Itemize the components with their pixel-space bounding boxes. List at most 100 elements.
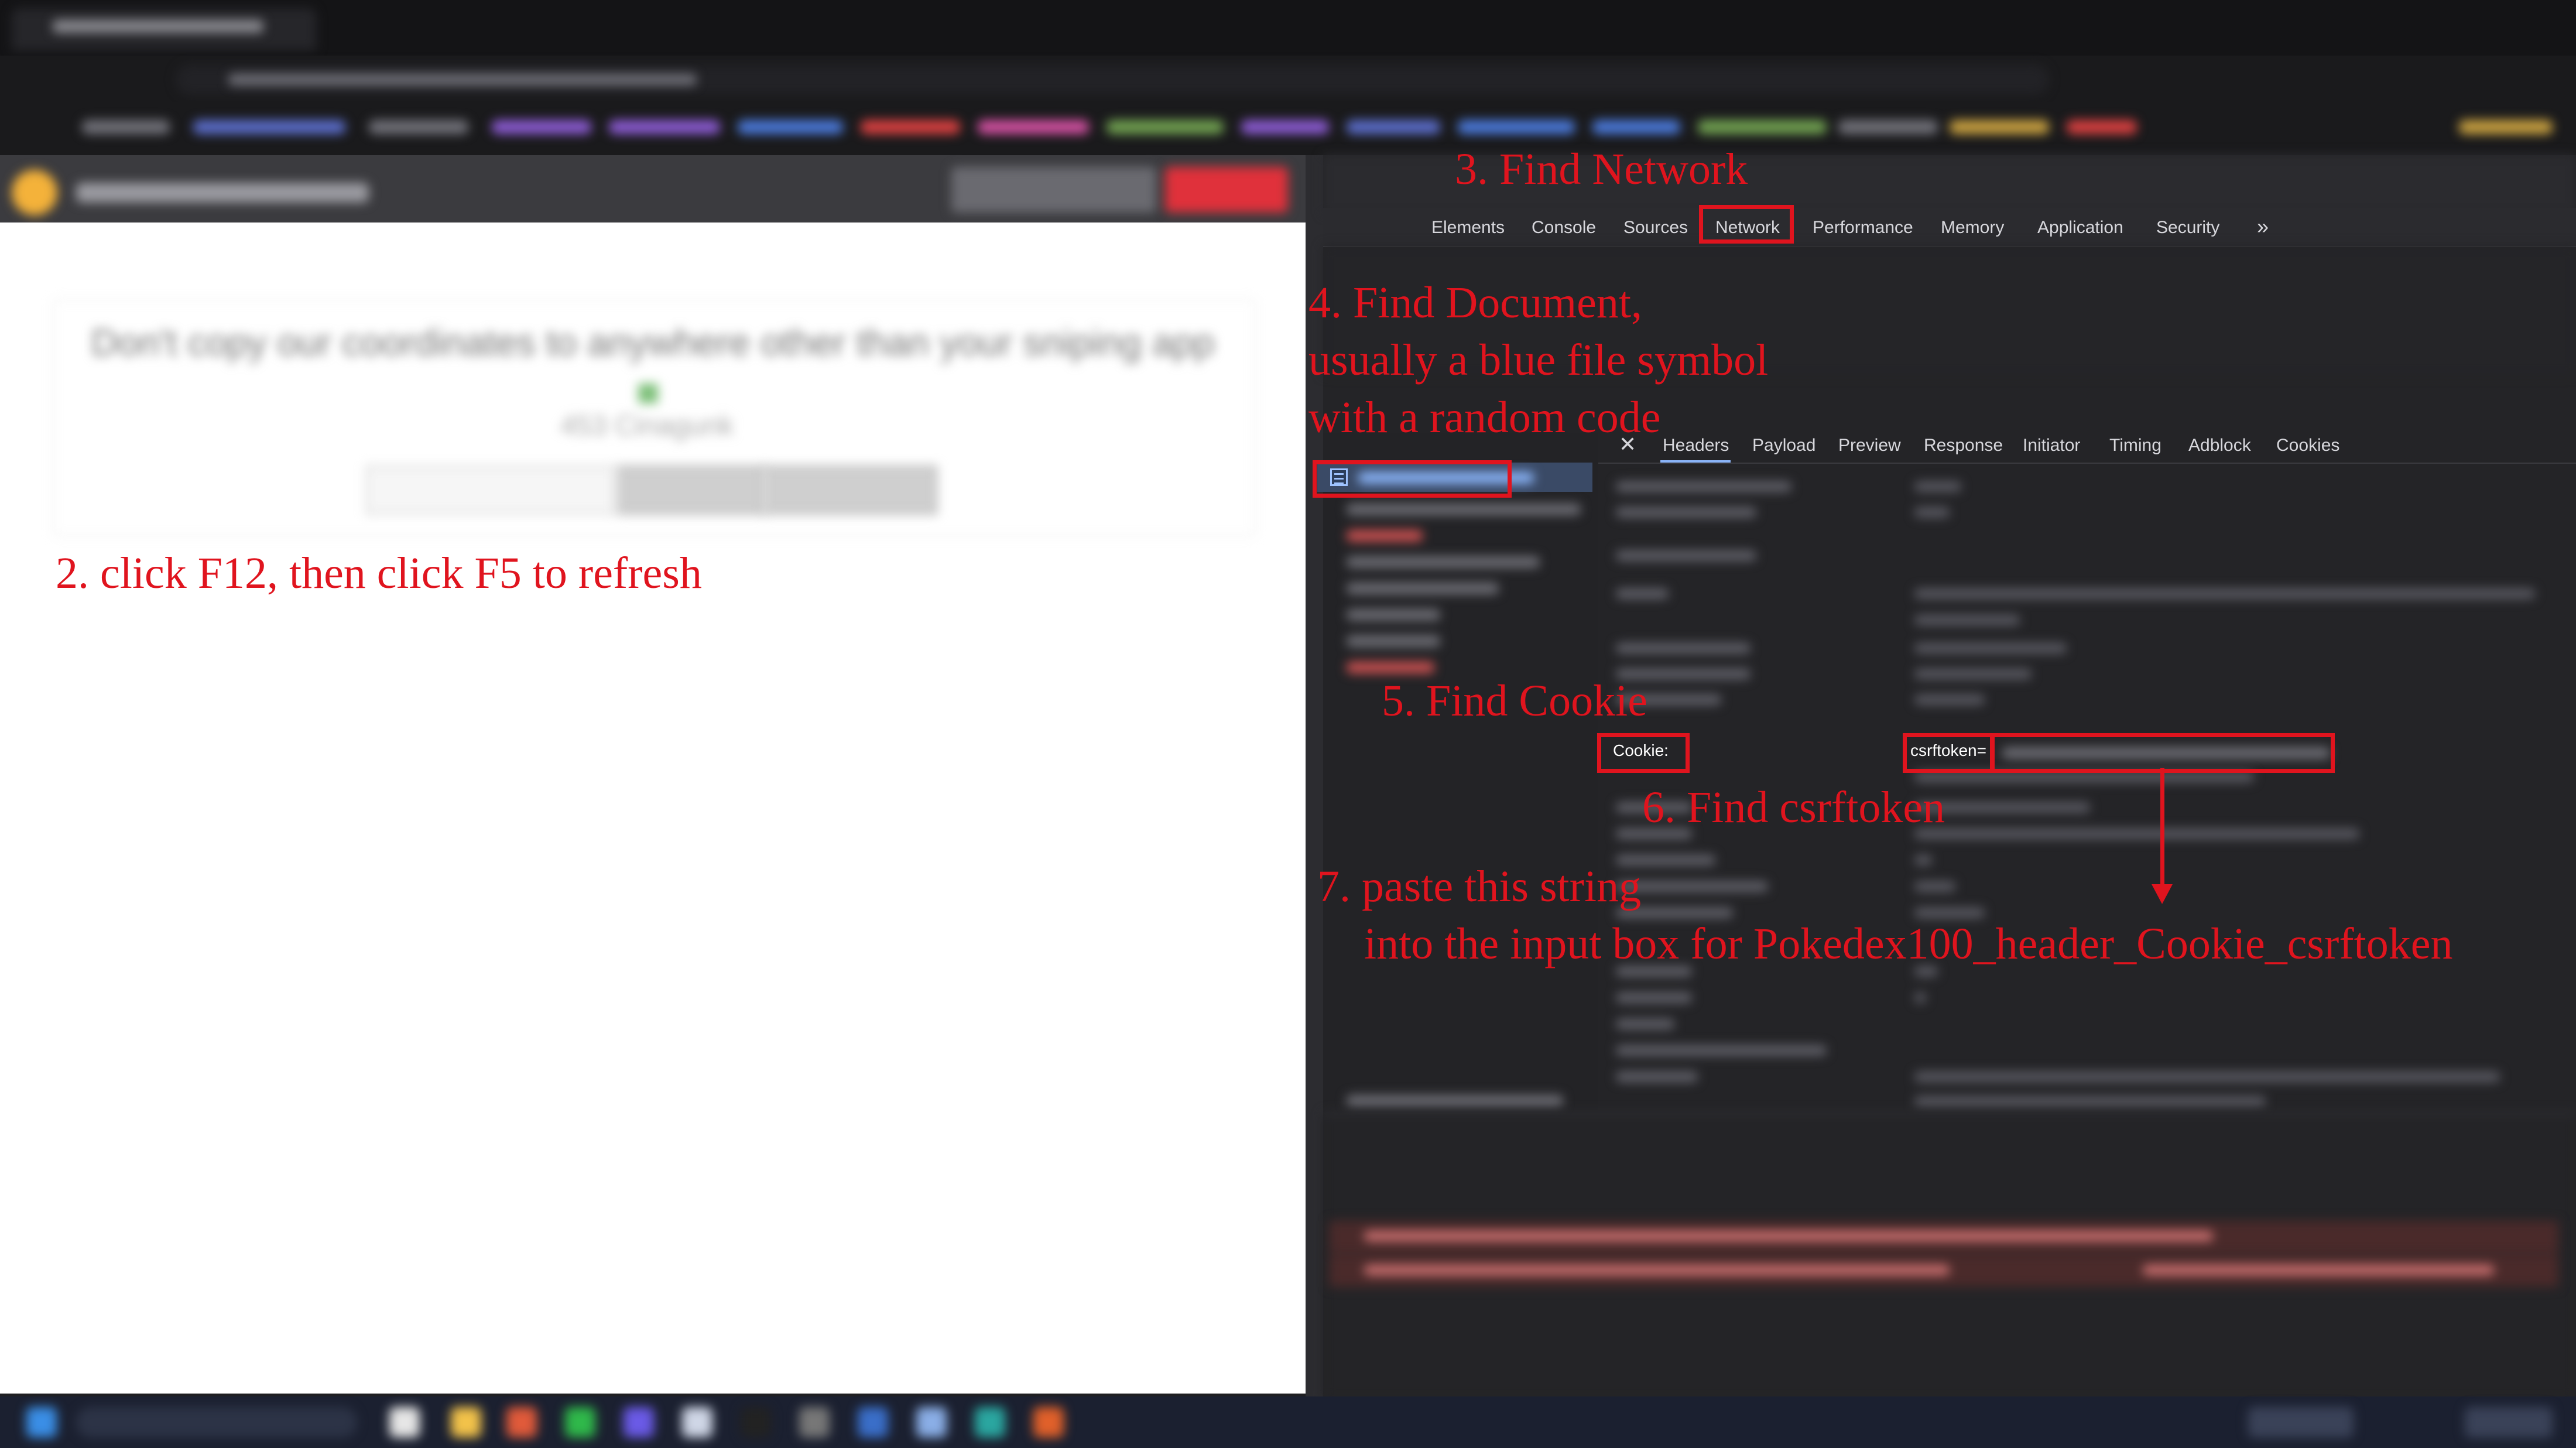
request-row[interactable] — [1347, 662, 1434, 673]
header-key — [1616, 1019, 1674, 1029]
header-value — [1914, 772, 2254, 782]
header-key — [1616, 507, 1756, 518]
request-detail-tabbar — [1598, 427, 2576, 464]
tab-payload[interactable]: Payload — [1752, 436, 1815, 456]
sign-out-button[interactable] — [1165, 167, 1288, 213]
coordinates-field[interactable] — [366, 465, 615, 515]
request-row[interactable] — [1347, 635, 1440, 647]
annotation-step3: 3. Find Network — [1455, 145, 1748, 194]
notice-text: Don't copy our coordinates to anywhere o… — [91, 321, 1215, 364]
header-value — [1914, 1072, 2500, 1082]
tab-sources[interactable]: Sources — [1623, 218, 1688, 238]
tab-initiator[interactable]: Initiator — [2023, 436, 2080, 456]
request-row[interactable] — [1347, 504, 1581, 515]
taskbar-app-icon[interactable] — [451, 1407, 481, 1437]
header-value — [1914, 643, 2067, 653]
tab-cookies[interactable]: Cookies — [2276, 436, 2339, 456]
header-key — [1616, 588, 1669, 599]
tab-preview[interactable]: Preview — [1838, 436, 1901, 456]
avatar[interactable] — [12, 170, 57, 215]
tab-security[interactable]: Security — [2156, 218, 2219, 238]
console-error-text — [2143, 1265, 2494, 1275]
bookmark-item[interactable] — [1950, 120, 2049, 134]
taskbar-app-icon[interactable] — [975, 1407, 1005, 1437]
bookmark-item[interactable] — [369, 120, 468, 134]
tab-headers[interactable]: Headers — [1663, 436, 1729, 456]
request-row[interactable] — [1347, 530, 1423, 542]
header-value — [1914, 481, 1961, 492]
tab-adblock[interactable]: Adblock — [2188, 436, 2251, 456]
more-tabs-icon[interactable]: » — [2257, 214, 2269, 239]
annotation-step4-line2: usually a blue file symbol — [1308, 336, 1769, 385]
bookmark-item[interactable] — [1107, 120, 1224, 134]
copy-coords-button[interactable] — [618, 465, 765, 515]
bookmark-item[interactable] — [1592, 120, 1680, 134]
bookmark-item[interactable] — [2459, 120, 2553, 134]
highlight-csrftoken-value — [1991, 733, 2335, 773]
annotation-step4-line1: 4. Find Document, — [1308, 278, 1642, 327]
taskbar-app-icon[interactable] — [799, 1407, 830, 1437]
annotation-step4-line3: with a random code — [1308, 393, 1661, 442]
header-value — [1914, 615, 2020, 625]
header-key — [1616, 643, 1751, 653]
request-row[interactable] — [1347, 556, 1540, 568]
bookmark-item[interactable] — [1698, 120, 1827, 134]
taskbar — [0, 1396, 2576, 1448]
tab-memory[interactable]: Memory — [1941, 218, 2004, 238]
tab-performance[interactable]: Performance — [1813, 218, 1913, 238]
arrow-shaft — [2160, 768, 2164, 891]
tab-application[interactable]: Application — [2037, 218, 2123, 238]
taskbar-app-icon[interactable] — [858, 1407, 888, 1437]
bookmark-item[interactable] — [978, 120, 1089, 134]
bookmark-item[interactable] — [609, 120, 720, 134]
taskbar-app-icon[interactable] — [565, 1407, 595, 1437]
header-value — [1914, 855, 1932, 865]
arrow-head — [2152, 884, 2173, 904]
header-section — [1616, 550, 1756, 561]
bookmark-item[interactable] — [1241, 120, 1329, 134]
annotation-step7-line1: 7. paste this string — [1317, 862, 1642, 911]
taskbar-app-icon[interactable] — [624, 1407, 654, 1437]
bookmark-item[interactable] — [2067, 120, 2137, 134]
bookmark-item[interactable] — [861, 120, 960, 134]
username — [76, 183, 369, 203]
annotation-step5: 5. Find Cookie — [1382, 676, 1647, 725]
tab-console[interactable]: Console — [1532, 218, 1596, 238]
header-key — [1616, 992, 1692, 1003]
taskbar-app-icon[interactable] — [1033, 1407, 1064, 1437]
clock[interactable] — [2465, 1407, 2553, 1437]
taskbar-app-icon[interactable] — [916, 1407, 947, 1437]
highlight-csrftoken-key — [1903, 733, 1994, 773]
bookmark-item[interactable] — [1347, 120, 1440, 134]
taskbar-app-icon[interactable] — [506, 1407, 537, 1437]
request-row[interactable] — [1347, 583, 1499, 594]
console-error-text — [1364, 1231, 2213, 1241]
start-icon[interactable] — [26, 1407, 57, 1437]
taskbar-app-icon[interactable] — [682, 1407, 712, 1437]
bookmark-item[interactable] — [82, 120, 170, 134]
tab-elements[interactable]: Elements — [1431, 218, 1505, 238]
header-value — [1914, 1096, 2266, 1107]
address-bar-url — [228, 74, 697, 85]
taskbar-app-icon[interactable] — [741, 1407, 771, 1437]
search-icon[interactable] — [76, 1407, 357, 1437]
annotation-step7-line2: into the input box for Pokedex100_header… — [1364, 919, 2453, 968]
bookmark-item[interactable] — [738, 120, 843, 134]
weather-icon[interactable] — [2248, 1407, 2354, 1437]
header-value — [1914, 992, 1926, 1003]
tab-timing[interactable]: Timing — [2109, 436, 2161, 456]
bookmark-item[interactable] — [492, 120, 591, 134]
console-error-text — [1364, 1265, 1950, 1275]
request-row[interactable] — [1347, 609, 1440, 621]
broken-image-icon — [638, 384, 658, 403]
bookmark-item[interactable] — [1458, 120, 1575, 134]
membership-button[interactable] — [951, 167, 1156, 213]
taskbar-app-icon[interactable] — [389, 1407, 420, 1437]
bookmark-item[interactable] — [193, 120, 345, 134]
open-in-app-button[interactable] — [764, 465, 937, 515]
browser-titlebar — [0, 0, 2576, 56]
header-value — [1914, 507, 1950, 518]
annotation-step2: 2. click F12, then click F5 to refresh — [56, 549, 702, 598]
bookmark-item[interactable] — [1838, 120, 1938, 134]
tab-response[interactable]: Response — [1924, 436, 2003, 456]
